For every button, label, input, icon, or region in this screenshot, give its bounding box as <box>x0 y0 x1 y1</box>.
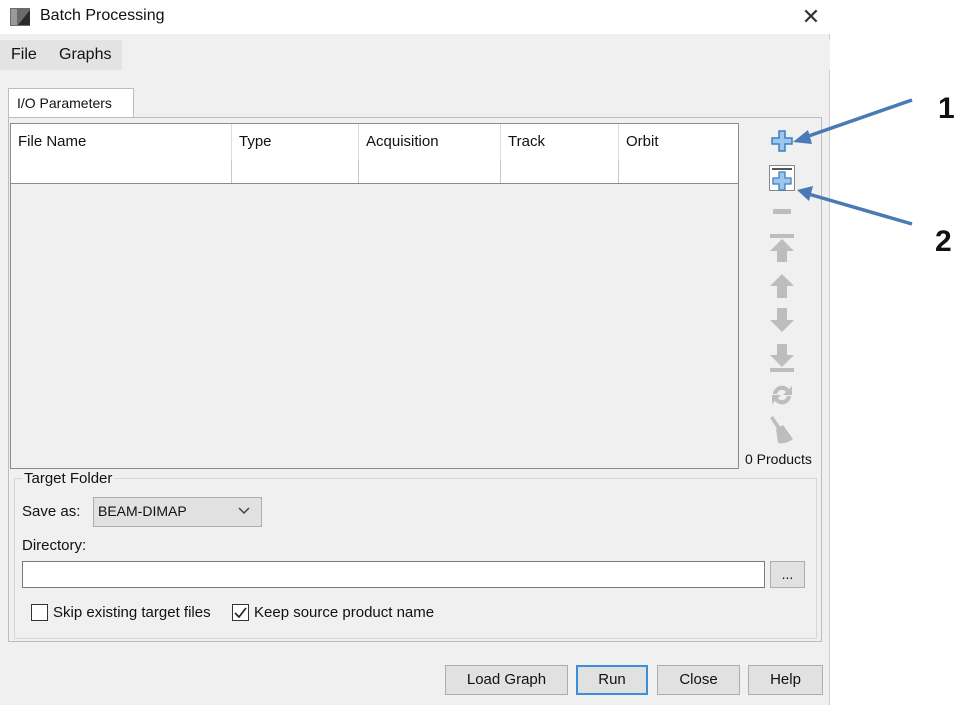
close-window-button[interactable]: ✕ <box>798 4 824 30</box>
skip-existing-checkbox[interactable] <box>31 604 48 621</box>
save-as-label: Save as: <box>22 503 81 520</box>
move-top-button[interactable] <box>764 232 800 264</box>
table-cell[interactable] <box>619 160 738 183</box>
keep-source-checkbox[interactable] <box>232 604 249 621</box>
move-down-icon <box>770 308 794 332</box>
column-file-name[interactable]: File Name <box>11 124 232 160</box>
callout-1: 1 <box>938 92 955 125</box>
checkmark-icon <box>234 607 247 619</box>
column-track[interactable]: Track <box>501 124 619 160</box>
close-button[interactable]: Close <box>657 665 740 695</box>
clear-icon <box>770 416 793 444</box>
save-as-value: BEAM-DIMAP <box>98 503 187 519</box>
add-icon <box>771 130 793 152</box>
move-top-icon <box>770 234 794 262</box>
menu-bar: File Graphs <box>0 40 830 70</box>
add-product-button[interactable] <box>764 125 800 157</box>
tab-io-parameters[interactable]: I/O Parameters <box>8 88 134 118</box>
target-folder-legend: Target Folder <box>22 470 115 487</box>
run-button[interactable]: Run <box>576 665 648 695</box>
table-cell[interactable] <box>501 160 619 183</box>
move-up-icon <box>770 274 794 298</box>
save-as-select[interactable]: BEAM-DIMAP <box>93 497 262 527</box>
help-button[interactable]: Help <box>748 665 823 695</box>
menu-file[interactable]: File <box>11 46 37 64</box>
close-icon: ✕ <box>801 4 821 29</box>
refresh-icon <box>772 385 792 405</box>
table-cell[interactable] <box>359 160 501 183</box>
column-orbit[interactable]: Orbit <box>619 124 738 160</box>
batch-processing-window: Batch Processing ✕ File Graphs I/O Param… <box>0 0 830 705</box>
directory-input[interactable] <box>22 561 765 588</box>
remove-icon <box>773 209 791 214</box>
add-opened-icon <box>769 165 795 191</box>
browse-button[interactable]: ... <box>770 561 805 588</box>
app-icon <box>10 8 30 26</box>
table-row[interactable] <box>11 160 738 184</box>
window-title: Batch Processing <box>40 7 165 24</box>
clear-button[interactable] <box>764 414 800 446</box>
add-opened-button[interactable] <box>764 162 800 194</box>
callout-2: 2 <box>935 225 952 258</box>
remove-product-button[interactable] <box>764 196 800 228</box>
product-table[interactable]: File Name Type Acquisition Track Orbit <box>10 123 739 469</box>
move-down-button[interactable] <box>764 304 800 336</box>
menu-graphs[interactable]: Graphs <box>59 46 111 64</box>
column-acquisition[interactable]: Acquisition <box>359 124 501 160</box>
keep-source-label: Keep source product name <box>254 604 435 621</box>
table-cell[interactable] <box>11 160 232 183</box>
column-type[interactable]: Type <box>232 124 359 160</box>
table-header: File Name Type Acquisition Track Orbit <box>11 124 738 161</box>
move-up-button[interactable] <box>764 270 800 302</box>
move-bottom-icon <box>770 344 794 372</box>
title-bar: Batch Processing ✕ <box>0 0 830 34</box>
products-count: 0 Products <box>745 451 812 467</box>
load-graph-button[interactable]: Load Graph <box>445 665 568 695</box>
directory-label: Directory: <box>22 537 87 554</box>
table-cell[interactable] <box>232 160 359 183</box>
skip-existing-label: Skip existing target files <box>53 604 211 621</box>
refresh-button[interactable] <box>764 379 800 411</box>
move-bottom-button[interactable] <box>764 342 800 374</box>
chevron-down-icon <box>238 507 250 515</box>
